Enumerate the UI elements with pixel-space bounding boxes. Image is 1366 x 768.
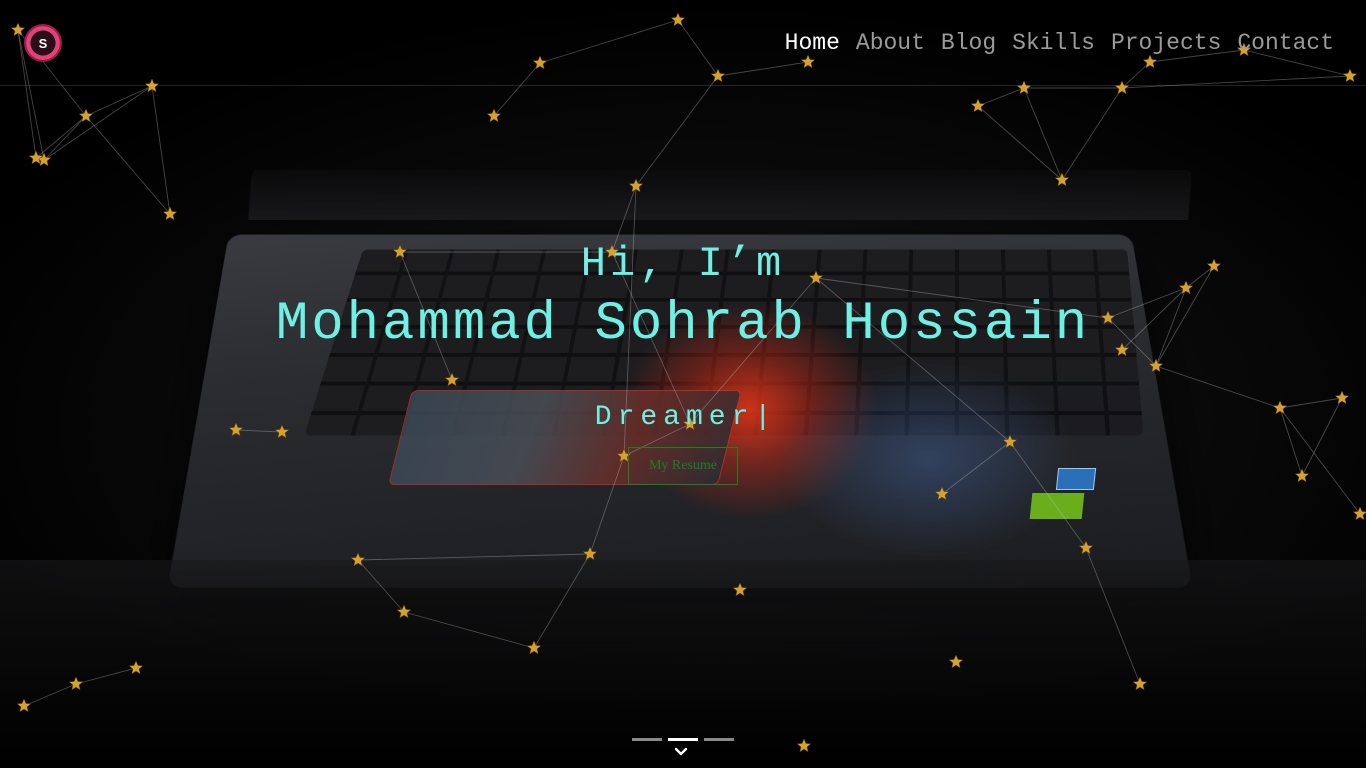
- star-icon: [1132, 676, 1148, 691]
- constellation-link: [35, 115, 87, 159]
- star-icon: [796, 738, 812, 753]
- hero-greeting: Hi, I’m: [580, 240, 786, 288]
- star-icon: [68, 676, 84, 691]
- constellation-link: [85, 115, 171, 215]
- typing-cursor: |: [754, 402, 772, 433]
- constellation-link: [357, 553, 591, 561]
- star-icon: [526, 640, 542, 655]
- nav-skills[interactable]: Skills: [1004, 30, 1103, 56]
- star-icon: [1078, 540, 1094, 555]
- typed-word: Dreamer: [594, 402, 755, 433]
- star-icon: [16, 698, 32, 713]
- slide-indicators: [632, 738, 734, 741]
- constellation-link: [43, 115, 87, 161]
- star-icon: [948, 654, 964, 669]
- constellation-link: [43, 85, 153, 161]
- top-navbar: S Home About Blog Skills Projects Contac…: [0, 0, 1366, 86]
- nav-contact[interactable]: Contact: [1229, 30, 1342, 56]
- resume-button[interactable]: My Resume: [628, 447, 738, 485]
- constellation-link: [1023, 87, 1063, 181]
- typed-role: Dreamer|: [0, 401, 1366, 435]
- slide-indicator-3[interactable]: [704, 738, 734, 741]
- nav-blog[interactable]: Blog: [933, 30, 1004, 56]
- chevron-down-icon[interactable]: [673, 745, 689, 759]
- star-icon: [582, 546, 598, 561]
- constellation-link: [1061, 87, 1123, 181]
- slide-indicator-1[interactable]: [632, 738, 662, 741]
- constellation-link: [1085, 547, 1141, 685]
- star-icon: [1054, 172, 1070, 187]
- slide-indicator-2[interactable]: [668, 738, 698, 741]
- main-nav: Home About Blog Skills Projects Contact: [777, 30, 1342, 56]
- constellation-link: [635, 75, 719, 187]
- hero-section: Hi, I’m Mohammad Sohrab Hossain Dreamer|…: [0, 238, 1366, 485]
- hero-name: Mohammad Sohrab Hossain: [275, 294, 1091, 355]
- constellation-link: [403, 611, 535, 649]
- star-icon: [128, 660, 144, 675]
- constellation-link: [357, 559, 405, 613]
- nav-about[interactable]: About: [848, 30, 933, 56]
- nav-projects[interactable]: Projects: [1103, 30, 1229, 56]
- constellation-link: [977, 87, 1025, 107]
- constellation-link: [85, 85, 153, 117]
- star-icon: [934, 486, 950, 501]
- constellation-link: [533, 553, 591, 649]
- constellation-link: [23, 683, 77, 707]
- constellation-link: [977, 105, 1063, 181]
- star-icon: [732, 582, 748, 597]
- logo-icon[interactable]: S: [24, 24, 62, 62]
- star-icon: [350, 552, 366, 567]
- constellation-link: [151, 85, 171, 215]
- constellation-link: [75, 667, 137, 685]
- star-icon: [1352, 506, 1366, 521]
- logo-letter: S: [38, 35, 48, 51]
- nav-home[interactable]: Home: [777, 30, 848, 56]
